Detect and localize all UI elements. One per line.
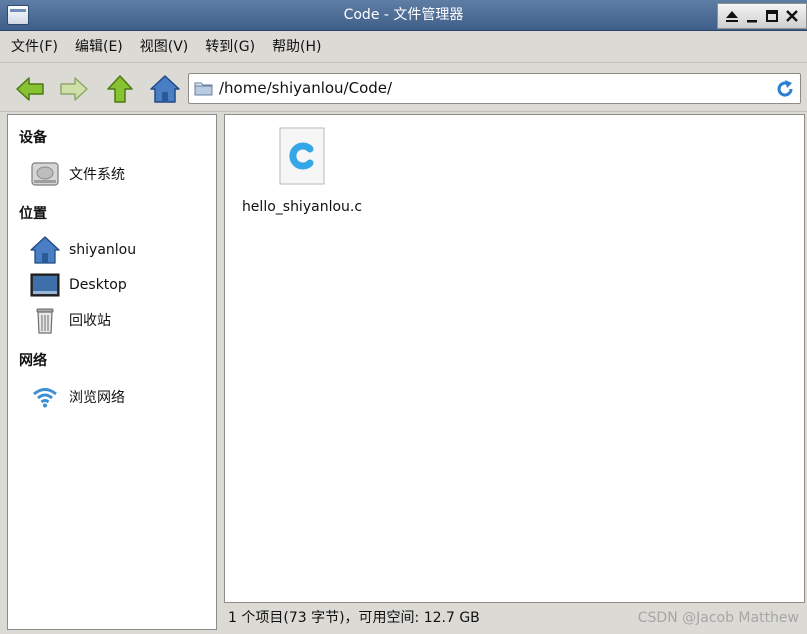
sidebar-item-label: 回收站 bbox=[69, 313, 111, 329]
status-text: 1 个项目(73 字节)，可用空间: 12.7 GB bbox=[228, 610, 480, 626]
file-view[interactable]: hello_shiyanlou.c bbox=[224, 114, 805, 603]
shade-button[interactable] bbox=[724, 8, 740, 24]
file-item[interactable]: hello_shiyanlou.c bbox=[237, 127, 367, 215]
menu-edit[interactable]: 编辑(E) bbox=[75, 36, 123, 56]
up-button[interactable] bbox=[104, 73, 136, 105]
sidebar-item-trash[interactable]: 回收站 bbox=[30, 305, 111, 335]
menu-view[interactable]: 视图(V) bbox=[140, 36, 189, 56]
folder-icon bbox=[194, 82, 213, 96]
close-icon bbox=[786, 10, 798, 22]
up-arrow-icon bbox=[107, 75, 133, 103]
back-button[interactable] bbox=[14, 73, 46, 105]
sidebar-item-desktop[interactable]: Desktop bbox=[30, 270, 127, 300]
network-icon bbox=[30, 382, 60, 412]
menu-help[interactable]: 帮助(H) bbox=[272, 36, 321, 56]
forward-arrow-icon bbox=[60, 77, 88, 101]
minimize-icon bbox=[747, 20, 757, 23]
back-arrow-icon bbox=[16, 77, 44, 101]
c-source-file-icon bbox=[279, 127, 325, 185]
maximize-icon bbox=[766, 10, 778, 22]
window-titlebar[interactable]: Code - 文件管理器 bbox=[0, 0, 807, 31]
desktop-icon bbox=[30, 270, 60, 300]
close-button[interactable] bbox=[784, 8, 800, 24]
network-heading: 网络 bbox=[19, 353, 47, 369]
trash-icon bbox=[30, 305, 60, 335]
status-bar: 1 个项目(73 字节)，可用空间: 12.7 GB CSDN @Jacob M… bbox=[224, 604, 805, 632]
watermark-text: CSDN @Jacob Matthew bbox=[637, 610, 799, 626]
harddisk-icon bbox=[30, 159, 60, 189]
menu-file[interactable]: 文件(F) bbox=[11, 36, 58, 56]
minimize-button[interactable] bbox=[744, 8, 760, 24]
sidebar-item-label: 浏览网络 bbox=[69, 390, 125, 406]
sidebar-item-home[interactable]: shiyanlou bbox=[30, 235, 136, 265]
menu-bar: 文件(F) 编辑(E) 视图(V) 转到(G) 帮助(H) bbox=[0, 31, 807, 61]
location-bar[interactable]: /home/shiyanlou/Code/ bbox=[188, 73, 801, 104]
sidebar-item-label: 文件系统 bbox=[69, 167, 125, 183]
location-path: /home/shiyanlou/Code/ bbox=[219, 79, 393, 97]
home-icon bbox=[150, 75, 180, 103]
side-pane: 设备 文件系统 位置 shiyanlou Desktop 回收站 网络 浏览网络 bbox=[7, 114, 217, 630]
sidebar-item-network[interactable]: 浏览网络 bbox=[30, 382, 125, 412]
maximize-button[interactable] bbox=[764, 8, 780, 24]
home-button[interactable] bbox=[149, 73, 181, 105]
shade-icon bbox=[726, 11, 738, 22]
window-title: Code - 文件管理器 bbox=[343, 7, 464, 23]
file-name: hello_shiyanlou.c bbox=[241, 199, 363, 215]
sidebar-item-filesystem[interactable]: 文件系统 bbox=[30, 159, 125, 189]
forward-button[interactable] bbox=[58, 73, 90, 105]
devices-heading: 设备 bbox=[19, 130, 47, 146]
toolbar: /home/shiyanlou/Code/ bbox=[0, 62, 807, 112]
sidebar-item-label: Desktop bbox=[69, 277, 127, 293]
window-controls bbox=[717, 3, 807, 29]
reload-icon[interactable] bbox=[775, 79, 795, 99]
home-folder-icon bbox=[30, 235, 60, 265]
places-heading: 位置 bbox=[19, 206, 47, 222]
menu-go[interactable]: 转到(G) bbox=[205, 36, 255, 56]
sidebar-item-label: shiyanlou bbox=[69, 242, 137, 258]
